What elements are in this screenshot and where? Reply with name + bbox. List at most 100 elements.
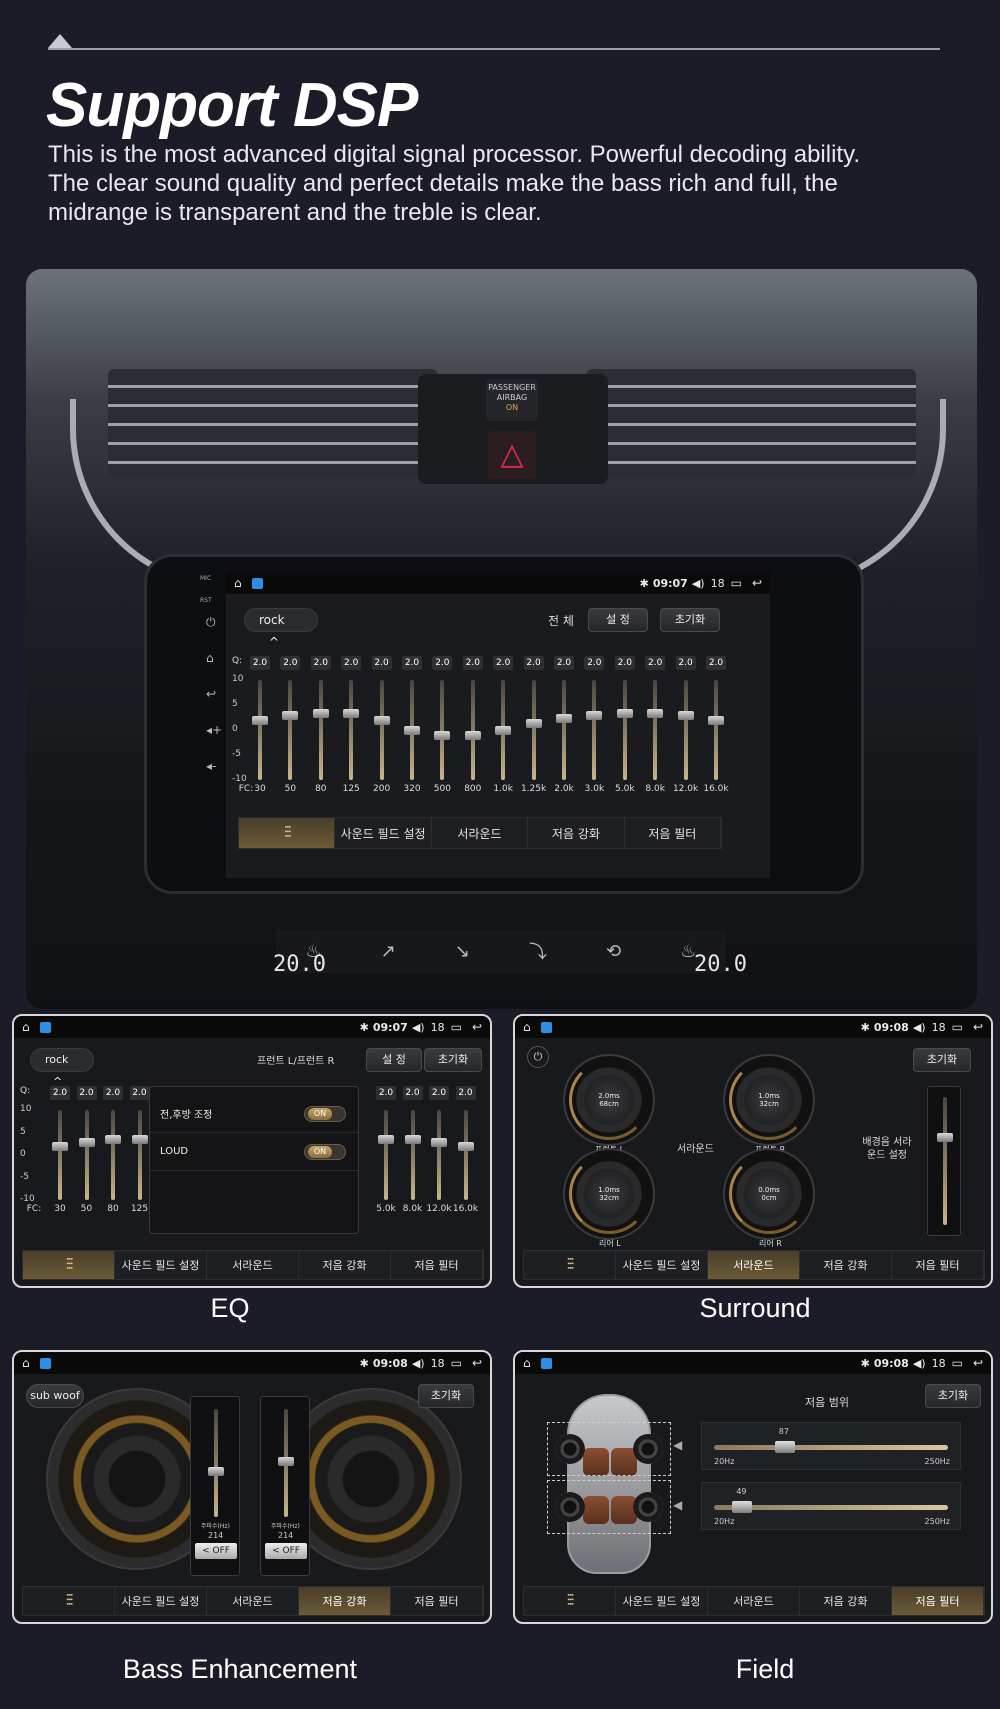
tab-surround[interactable]: 서라운드 xyxy=(708,1251,800,1279)
recent-apps-icon[interactable]: ▭ xyxy=(451,1356,462,1370)
dial-distance: 32cm xyxy=(599,1193,619,1202)
tab-bass-filter[interactable]: 저음 필터 xyxy=(892,1251,984,1279)
eq-band-knob[interactable] xyxy=(431,1137,447,1147)
band-frequency: 800 xyxy=(464,784,482,794)
bluetooth-icon: ✱ xyxy=(860,1020,870,1034)
back-icon[interactable]: ↩ xyxy=(973,1356,983,1370)
tab-sound-field[interactable]: 사운드 필드 설정 xyxy=(115,1251,207,1279)
eq-band-knob[interactable] xyxy=(373,716,390,725)
rear-left-dial[interactable]: 1.0ms 32cm xyxy=(563,1148,655,1240)
tab-bass-filter[interactable]: 저음 필터 xyxy=(892,1587,984,1615)
slider-knob[interactable] xyxy=(937,1133,953,1142)
eq-band-track xyxy=(288,680,293,780)
eq-band-knob[interactable] xyxy=(434,731,451,740)
eq-band-knob[interactable] xyxy=(457,1142,474,1151)
tab-bass-boost[interactable]: 저음 강화 xyxy=(299,1587,391,1615)
volume-down-icon[interactable]: ◂- xyxy=(206,759,216,773)
tab-bass-filter[interactable]: 저음 필터 xyxy=(625,818,722,848)
slider-knob[interactable] xyxy=(732,1501,753,1513)
eq-band-knob[interactable] xyxy=(282,711,299,720)
eq-band-knob[interactable] xyxy=(616,708,633,718)
range-slider-2[interactable]: 49 20Hz 250Hz xyxy=(701,1482,961,1530)
recent-apps-icon[interactable]: ▭ xyxy=(952,1356,963,1370)
volume-up-icon[interactable]: ◂+ xyxy=(206,723,222,737)
eq-band-knob[interactable] xyxy=(404,726,420,735)
eq-band-knob[interactable] xyxy=(404,1135,421,1145)
front-right-dial[interactable]: 1.0ms 32cm xyxy=(723,1054,815,1146)
range-slider-1[interactable]: 87 20Hz 250Hz xyxy=(701,1422,961,1470)
reset-button[interactable]: 초기화 xyxy=(913,1048,971,1072)
eq-band-knob[interactable] xyxy=(677,711,694,720)
tab-surround[interactable]: 서라운드 xyxy=(207,1251,299,1279)
rear-right-speaker-icon xyxy=(633,1492,663,1522)
tab-equalizer[interactable]: ⫶⫶⫶ xyxy=(524,1251,616,1279)
tab-equalizer[interactable]: ⫶⫶⫶ xyxy=(23,1251,115,1279)
eq-band-knob[interactable] xyxy=(52,1142,68,1151)
volume-icon: ◀) xyxy=(411,1356,425,1370)
home-hw-icon[interactable]: ⌂ xyxy=(206,651,214,665)
rear-right-dial[interactable]: 0.0ms 0cm xyxy=(723,1148,815,1240)
eq-band-knob[interactable] xyxy=(105,1135,121,1145)
home-icon[interactable]: ⌂ xyxy=(523,1020,531,1034)
slider-knob[interactable] xyxy=(774,1441,795,1453)
tab-equalizer[interactable]: ⫶⫶⫶ xyxy=(239,818,336,848)
back-hw-icon[interactable]: ↩ xyxy=(206,687,216,701)
reset-button[interactable]: 초기화 xyxy=(418,1384,474,1408)
back-icon[interactable]: ↩ xyxy=(973,1020,983,1034)
background-surround-slider[interactable] xyxy=(927,1086,961,1236)
app-icon[interactable] xyxy=(540,1021,552,1033)
app-icon[interactable] xyxy=(39,1357,51,1369)
reset-button[interactable]: 초기화 xyxy=(925,1384,981,1408)
tab-sound-field[interactable]: 사운드 필드 설정 xyxy=(335,818,432,848)
app-icon[interactable] xyxy=(540,1357,552,1369)
scale-label: 5 xyxy=(232,699,238,709)
front-left-dial[interactable]: 2.0ms 68cm xyxy=(563,1054,655,1146)
back-icon[interactable]: ↩ xyxy=(472,1356,482,1370)
tab-bass-boost[interactable]: 저음 강화 xyxy=(800,1251,892,1279)
slider-knob[interactable] xyxy=(208,1467,224,1476)
tab-surround[interactable]: 서라운드 xyxy=(207,1587,299,1615)
off-button[interactable]: < OFF xyxy=(265,1543,307,1559)
eq-band-knob[interactable] xyxy=(556,713,572,723)
bass-slider-1[interactable]: 주파수(Hz) 214 < OFF xyxy=(190,1396,240,1576)
tab-bass-filter[interactable]: 저음 필터 xyxy=(391,1587,483,1615)
power-icon[interactable]: ⏻ xyxy=(527,1046,549,1068)
tab-equalizer[interactable]: ⫶⫶⫶ xyxy=(524,1587,616,1615)
eq-band-knob[interactable] xyxy=(586,711,603,720)
rear-right-label: 리어 R xyxy=(759,1239,782,1248)
eq-band-knob[interactable] xyxy=(647,708,664,718)
tab-surround[interactable]: 서라운드 xyxy=(708,1587,800,1615)
eq-band-knob[interactable] xyxy=(78,1137,95,1147)
bass-slider-2[interactable]: 주파수(Hz) 214 < OFF xyxy=(260,1396,310,1576)
front-rear-toggle[interactable]: ON xyxy=(304,1105,346,1122)
tab-surround[interactable]: 서라운드 xyxy=(432,818,529,848)
tab-bass-boost[interactable]: 저음 강화 xyxy=(528,818,625,848)
eq-band-knob[interactable] xyxy=(708,716,724,725)
eq-band-knob[interactable] xyxy=(464,731,481,740)
band-frequency: 200 xyxy=(373,784,391,794)
eq-band-knob[interactable] xyxy=(343,708,360,718)
home-icon[interactable]: ⌂ xyxy=(22,1356,30,1370)
eq-band-knob[interactable] xyxy=(378,1135,394,1145)
tab-bass-boost[interactable]: 저음 강화 xyxy=(299,1251,391,1279)
tab-sound-field[interactable]: 사운드 필드 설정 xyxy=(616,1251,708,1279)
eq-band-knob[interactable] xyxy=(525,718,542,728)
eq-band-knob[interactable] xyxy=(131,1135,148,1145)
off-button[interactable]: < OFF xyxy=(195,1543,237,1559)
tab-sound-field[interactable]: 사운드 필드 설정 xyxy=(115,1587,207,1615)
power-icon[interactable]: ⏻ xyxy=(206,615,216,630)
tab-sound-field[interactable]: 사운드 필드 설정 xyxy=(616,1587,708,1615)
recent-apps-icon[interactable]: ▭ xyxy=(952,1020,963,1034)
slider-track xyxy=(214,1409,218,1517)
eq-band-knob[interactable] xyxy=(495,726,512,735)
band-frequency: 320 xyxy=(403,784,421,794)
loud-toggle[interactable]: ON xyxy=(304,1143,346,1160)
tab-bass-boost[interactable]: 저음 강화 xyxy=(800,1587,892,1615)
tab-equalizer[interactable]: ⫶⫶⫶ xyxy=(23,1587,115,1615)
subwoofer-button[interactable]: sub woof xyxy=(26,1384,84,1408)
tab-bass-filter[interactable]: 저음 필터 xyxy=(391,1251,483,1279)
eq-band-knob[interactable] xyxy=(252,716,268,725)
slider-knob[interactable] xyxy=(278,1457,294,1466)
eq-band-knob[interactable] xyxy=(312,708,329,718)
home-icon[interactable]: ⌂ xyxy=(523,1356,531,1370)
